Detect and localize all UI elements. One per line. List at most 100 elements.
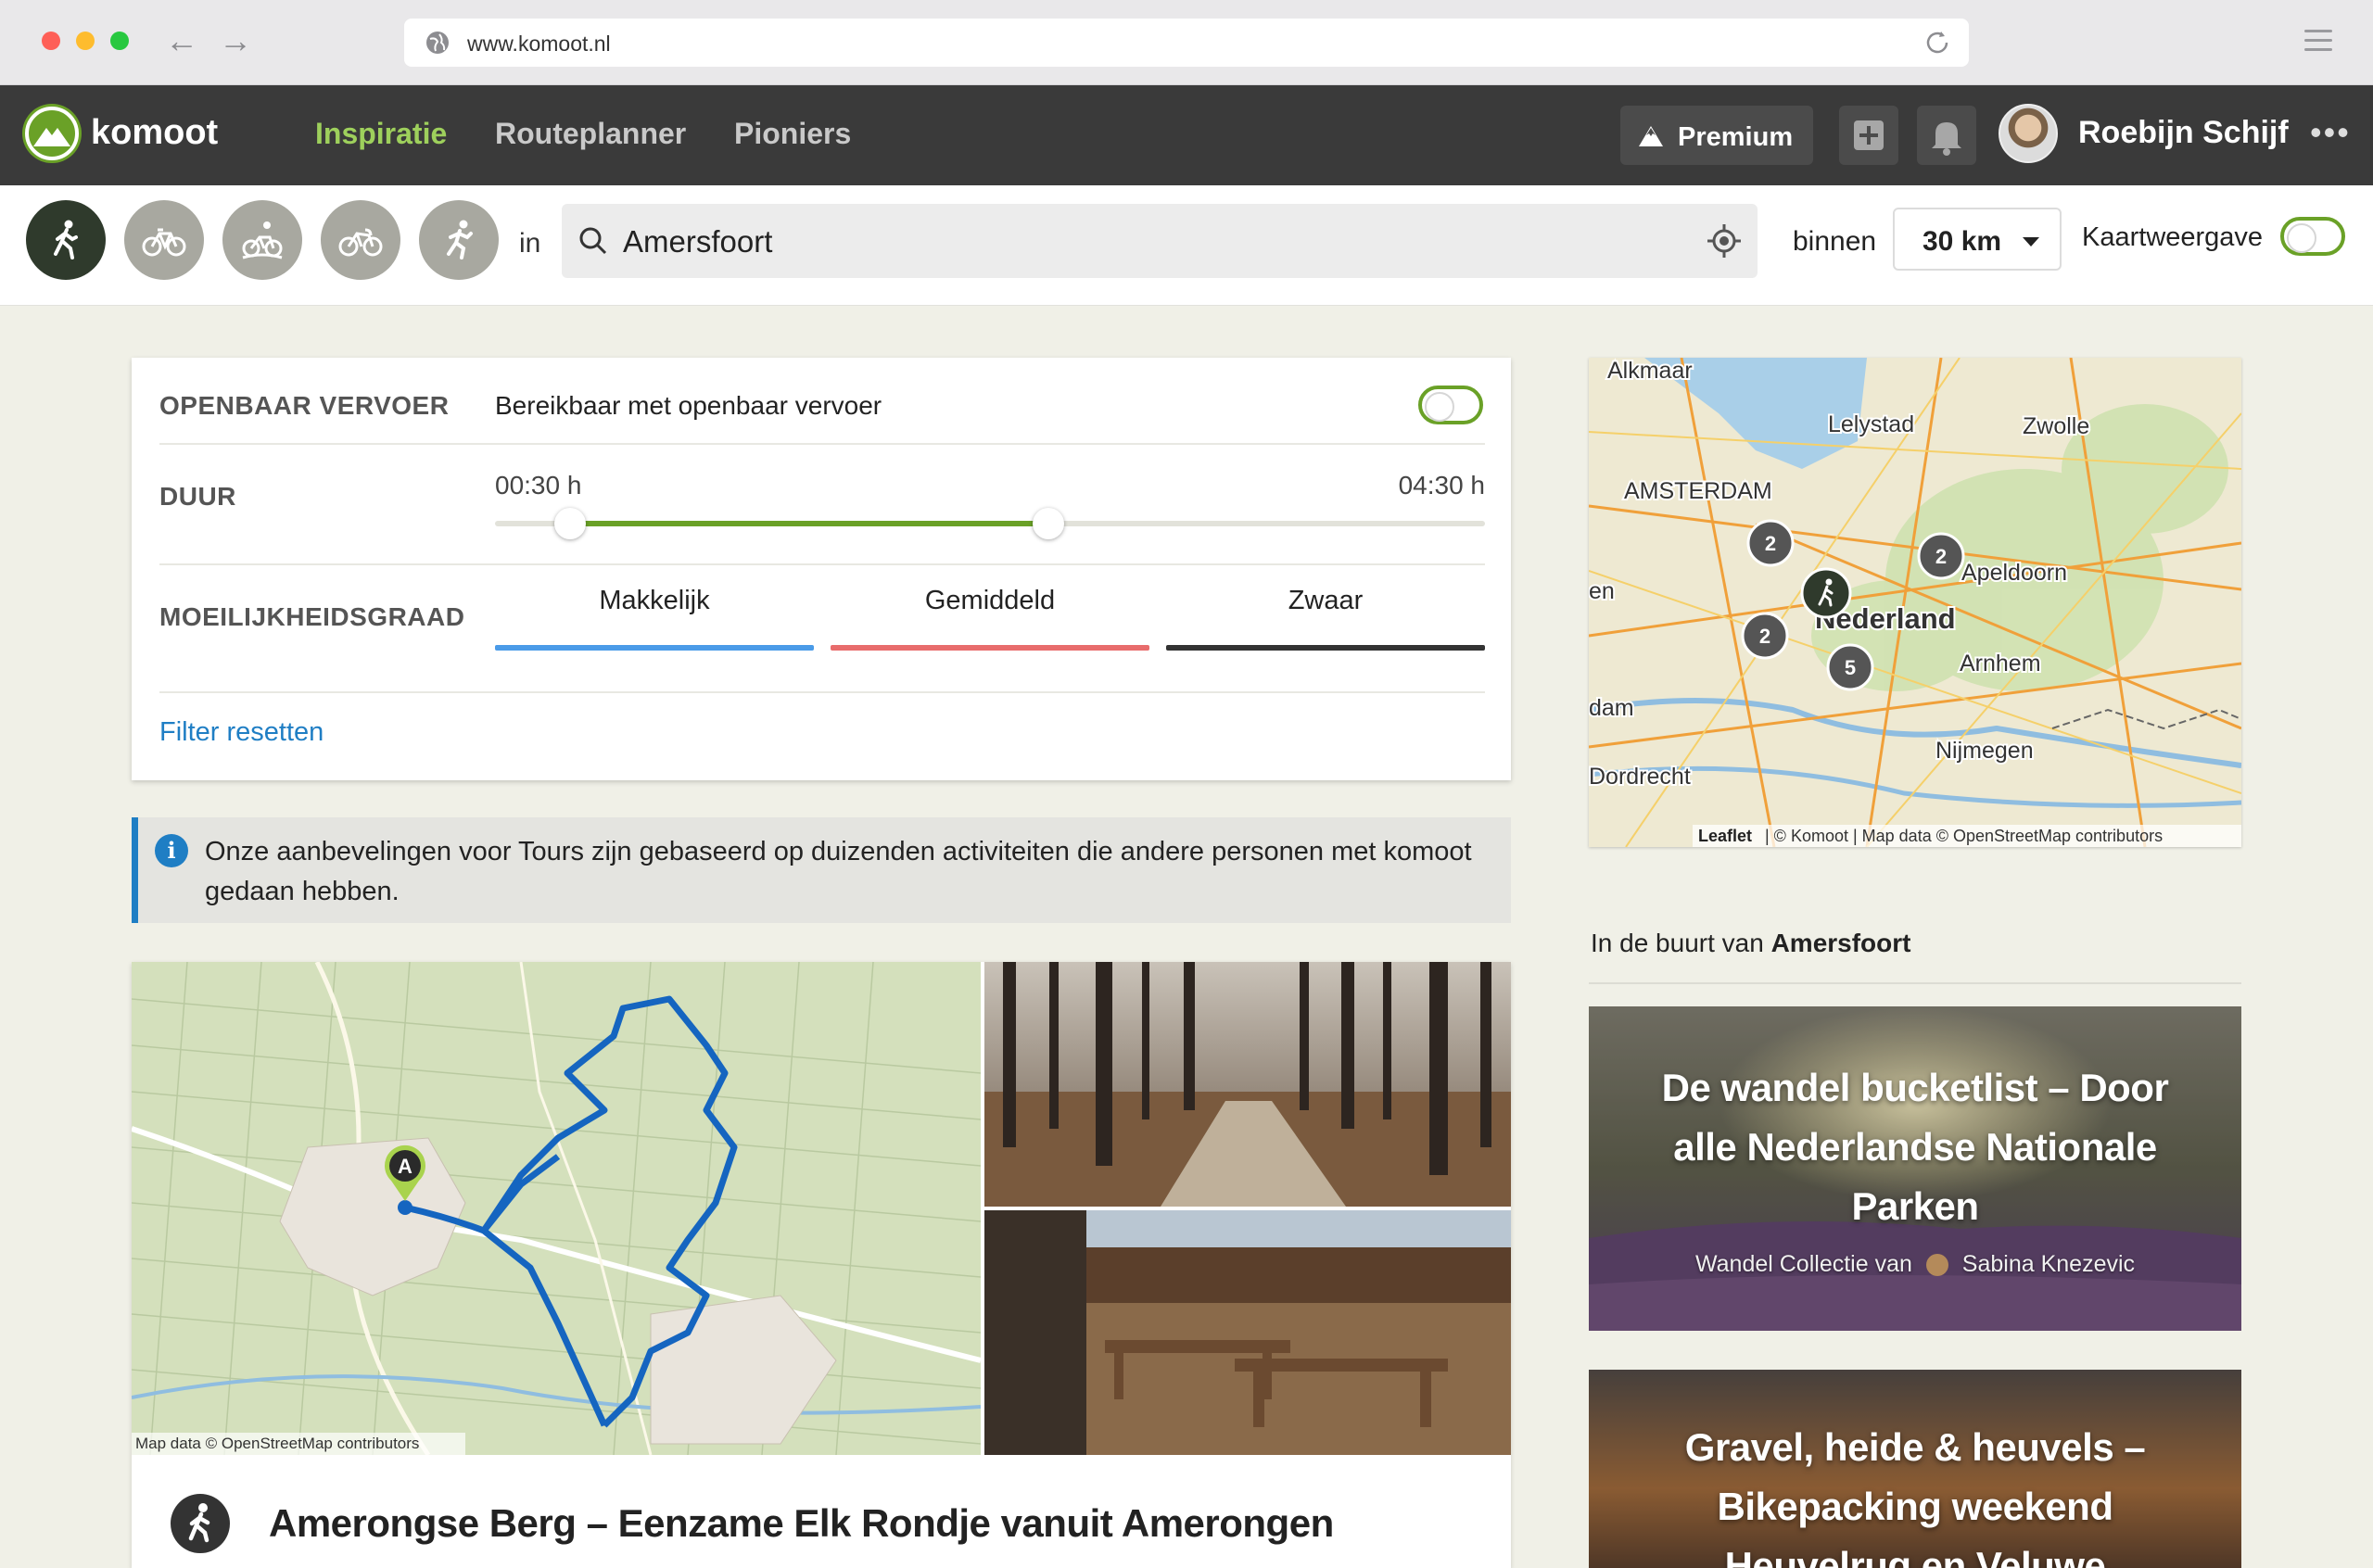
mtb-icon	[242, 221, 283, 259]
map-credit: Map data © OpenStreetMap contributors	[135, 1435, 419, 1452]
reload-icon[interactable]	[1923, 28, 1952, 57]
svg-text:Alkmaar: Alkmaar	[1607, 358, 1693, 384]
difficulty-hard[interactable]: Zwaar	[1166, 586, 1485, 616]
bike-icon	[142, 228, 186, 257]
difficulty-medium-bar	[831, 645, 1149, 651]
search-icon	[579, 227, 607, 255]
search-value: Amersfoort	[623, 224, 773, 259]
public-transport-toggle[interactable]	[1418, 386, 1483, 424]
browser-chrome: ← → www.komoot.nl	[0, 0, 2373, 85]
more-menu-icon[interactable]: •••	[2310, 113, 2351, 152]
svg-text:en: en	[1589, 578, 1615, 604]
svg-text:2: 2	[1759, 625, 1770, 648]
location-search-input[interactable]: Amersfoort	[562, 204, 1758, 278]
difficulty-easy-bar	[495, 645, 814, 651]
map-view-label: Kaartweergave	[2082, 222, 2264, 252]
svg-text:Lelystad: Lelystad	[1828, 411, 1914, 437]
info-icon: i	[155, 834, 188, 867]
tour-title[interactable]: Amerongse Berg – Eenzame Elk Rondje vanu…	[269, 1501, 1334, 1546]
nearby-heading: In de buurt van Amersfoort	[1591, 929, 1911, 958]
svg-text:Nijmegen: Nijmegen	[1935, 738, 2034, 764]
duration-min: 00:30 h	[495, 471, 582, 499]
nearby-place: Amersfoort	[1770, 929, 1911, 957]
author-avatar	[1925, 1254, 1948, 1277]
difficulty-medium[interactable]: Gemiddeld	[831, 586, 1149, 616]
maximize-window-button[interactable]	[110, 32, 129, 50]
hiking-icon	[54, 220, 78, 259]
nav-inspiratie[interactable]: Inspiratie	[315, 117, 447, 151]
komoot-logo-icon[interactable]	[22, 104, 82, 163]
svg-text:Leaflet: Leaflet	[1698, 827, 1752, 845]
transport-text: Bereikbaar met openbaar vervoer	[495, 391, 882, 420]
radius-select[interactable]: 30 km	[1893, 208, 2062, 271]
divider	[159, 563, 1485, 565]
collection-title: Gravel, heide & heuvels – Bikepacking we…	[1684, 1425, 2146, 1568]
back-arrow-icon[interactable]: ←	[165, 22, 198, 59]
tour-photo-benches[interactable]	[984, 1210, 1511, 1455]
app-header: komoot Inspiratie Routeplanner Pioniers …	[0, 85, 2373, 185]
forward-arrow-icon[interactable]: →	[219, 22, 252, 59]
nav-routeplanner[interactable]: Routeplanner	[495, 117, 686, 151]
hiking-icon	[171, 1494, 230, 1553]
user-name[interactable]: Roebijn Schijf	[2078, 115, 2289, 151]
svg-text:5: 5	[1845, 656, 1856, 679]
road-bike-icon	[338, 228, 383, 257]
collection-card[interactable]: Gravel, heide & heuvels – Bikepacking we…	[1589, 1370, 2241, 1568]
svg-text:Arnhem: Arnhem	[1960, 651, 2041, 677]
svg-text:| © Komoot | Map data © OpenSt: | © Komoot | Map data © OpenStreetMap co…	[1765, 827, 2163, 845]
minimize-window-button[interactable]	[76, 32, 95, 50]
within-label: binnen	[1793, 226, 1877, 257]
bell-icon	[1932, 122, 1961, 156]
duration-min-handle[interactable]	[554, 508, 586, 539]
divider	[159, 443, 1485, 445]
running-icon	[447, 220, 473, 259]
collection-author[interactable]: Sabina Knezevic	[1962, 1251, 2135, 1277]
divider	[159, 691, 1485, 693]
divider	[1589, 982, 2241, 984]
reset-filters-link[interactable]: Filter resetten	[159, 717, 324, 748]
overview-map[interactable]: Alkmaar Lelystad Zwolle AMSTERDAM Apeldo…	[1589, 358, 2241, 847]
sport-filter-bar: in Amersfoort binnen 30 km Kaartweergave	[0, 185, 2373, 306]
duration-max-handle[interactable]	[1033, 508, 1064, 539]
tour-photo-forest-path[interactable]	[984, 962, 1511, 1207]
info-text: Onze aanbevelingen voor Tours zijn gebas…	[205, 837, 1472, 906]
tour-map[interactable]: A Map data © OpenStreetMap contributors	[132, 962, 981, 1455]
filter-card: OPENBAAR VERVOER Bereikbaar met openbaar…	[132, 358, 1511, 780]
logo-text[interactable]: komoot	[91, 113, 218, 153]
chevron-down-icon	[2023, 237, 2039, 247]
tour-card[interactable]: A Map data © OpenStreetMap contributors	[132, 962, 1511, 1568]
mountain-icon	[1639, 126, 1663, 146]
notifications-button[interactable]	[1917, 106, 1976, 165]
collection-card[interactable]: De wandel bucketlist – Door alle Nederla…	[1589, 1006, 2241, 1331]
svg-text:dam: dam	[1589, 695, 1634, 721]
svg-text:2: 2	[1765, 532, 1776, 555]
svg-text:Zwolle: Zwolle	[2023, 413, 2089, 439]
locate-icon[interactable]	[1704, 221, 1745, 261]
nearby-prefix: In de buurt van	[1591, 929, 1771, 957]
map-view-toggle[interactable]	[2280, 217, 2345, 256]
difficulty-label: MOEILIJKHEIDSGRAAD	[159, 602, 465, 631]
sport-mountain-bike-button[interactable]	[222, 200, 302, 280]
browser-menu-icon[interactable]	[2304, 30, 2332, 52]
sport-touring-bike-button[interactable]	[124, 200, 204, 280]
duration-label: DUUR	[159, 482, 236, 511]
svg-text:A: A	[398, 1155, 412, 1178]
radius-value: 30 km	[1923, 226, 2002, 257]
url-text: www.komoot.nl	[467, 32, 611, 56]
add-button[interactable]	[1839, 106, 1898, 165]
sport-running-button[interactable]	[419, 200, 499, 280]
address-bar[interactable]: www.komoot.nl	[404, 19, 1969, 67]
premium-button[interactable]: Premium	[1620, 106, 1813, 165]
sport-road-bike-button[interactable]	[321, 200, 400, 280]
difficulty-easy[interactable]: Makkelijk	[495, 586, 814, 616]
sport-hiking-button[interactable]	[26, 200, 106, 280]
avatar[interactable]	[1999, 104, 2058, 163]
globe-icon	[426, 32, 449, 54]
nav-pioniers[interactable]: Pioniers	[734, 117, 851, 151]
plus-icon	[1854, 120, 1884, 150]
close-window-button[interactable]	[42, 32, 60, 50]
hiking-marker[interactable]	[1800, 567, 1852, 619]
in-label: in	[519, 228, 541, 259]
info-banner: i Onze aanbevelingen voor Tours zijn geb…	[132, 817, 1511, 923]
collection-title: De wandel bucketlist – Door alle Nederla…	[1661, 1066, 2169, 1228]
